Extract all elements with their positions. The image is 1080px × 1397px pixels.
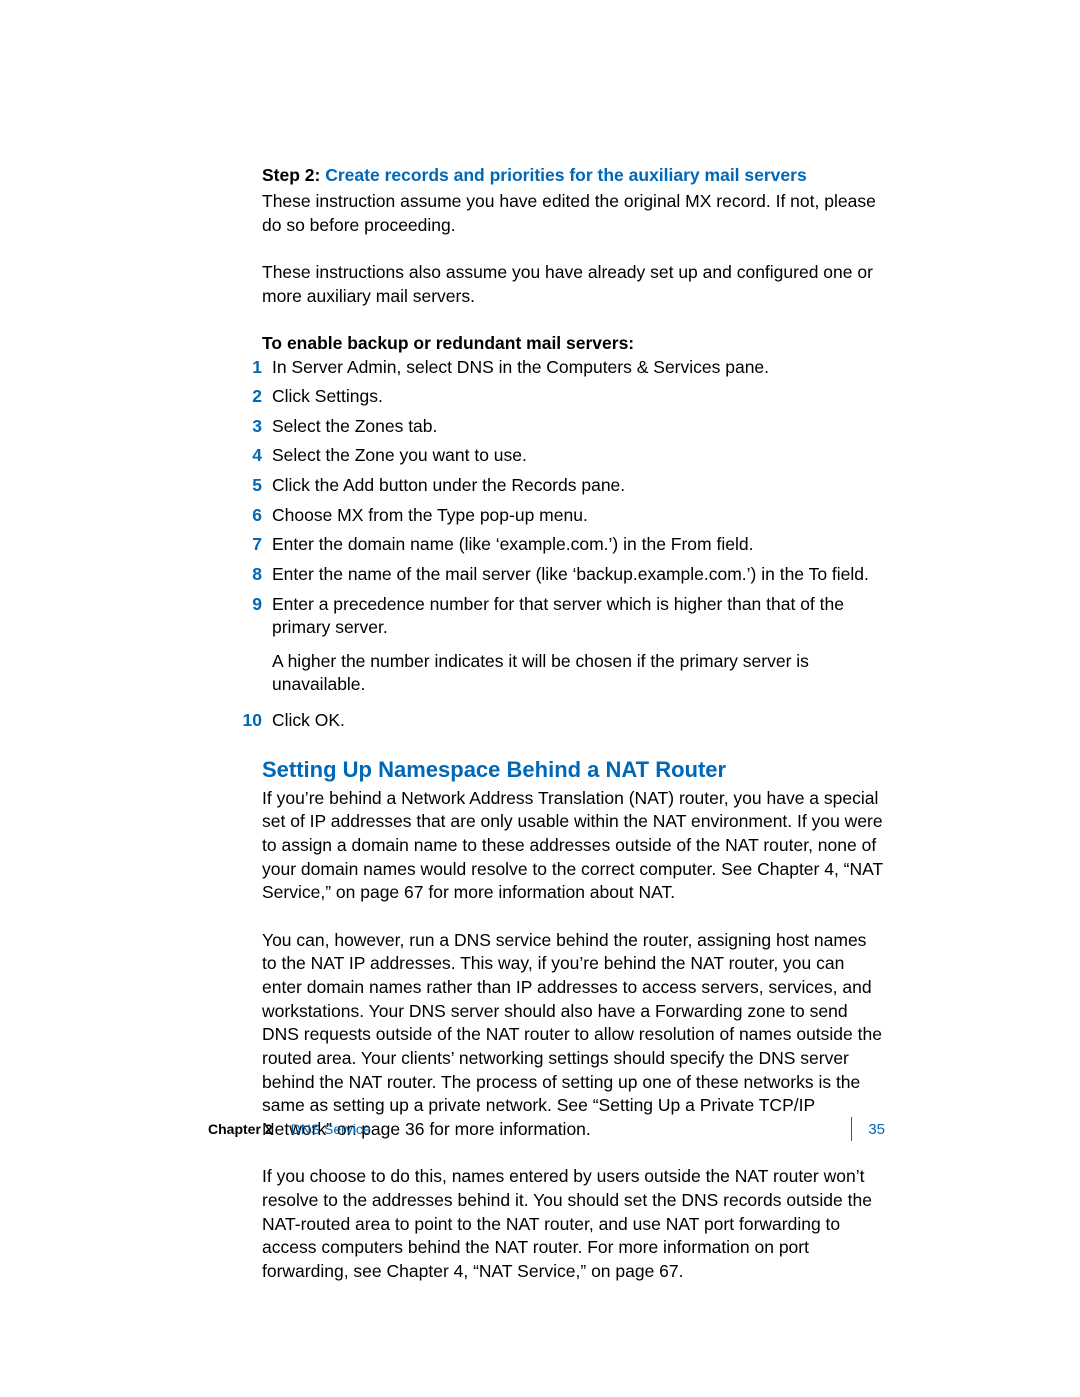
page-footer: Chapter 2 DNS Service 35: [208, 1117, 885, 1141]
list-number: 9: [234, 593, 272, 704]
list-text: Enter the domain name (like ‘example.com…: [272, 533, 885, 557]
list-item: 10 Click OK.: [262, 709, 885, 733]
list-text: Enter the name of the mail server (like …: [272, 563, 885, 587]
list-text: Enter a precedence number for that serve…: [272, 593, 885, 704]
footer-left: Chapter 2 DNS Service: [208, 1121, 371, 1137]
step9-note: A higher the number indicates it will be…: [272, 650, 885, 697]
list-number: 5: [234, 474, 272, 498]
list-text: Click OK.: [272, 709, 885, 733]
list-item: 9 Enter a precedence number for that ser…: [262, 593, 885, 704]
list-number: 2: [234, 385, 272, 409]
list-item: 8 Enter the name of the mail server (lik…: [262, 563, 885, 587]
list-number: 10: [234, 709, 272, 733]
procedure-list: 1 In Server Admin, select DNS in the Com…: [262, 356, 885, 733]
list-item: 4 Select the Zone you want to use.: [262, 444, 885, 468]
list-number: 4: [234, 444, 272, 468]
list-item: 6 Choose MX from the Type pop-up menu.: [262, 504, 885, 528]
list-item: 5 Click the Add button under the Records…: [262, 474, 885, 498]
footer-chapter: Chapter 2: [208, 1121, 273, 1137]
list-item: 1 In Server Admin, select DNS in the Com…: [262, 356, 885, 380]
list-text: In Server Admin, select DNS in the Compu…: [272, 356, 885, 380]
section-paragraph-1: If you’re behind a Network Address Trans…: [262, 787, 885, 905]
procedure-heading: To enable backup or redundant mail serve…: [262, 333, 885, 354]
list-text: Click the Add button under the Records p…: [272, 474, 885, 498]
list-number: 6: [234, 504, 272, 528]
list-number: 1: [234, 356, 272, 380]
step-heading: Step 2: Create records and priorities fo…: [262, 165, 885, 186]
section-paragraph-2: You can, however, run a DNS service behi…: [262, 929, 885, 1142]
list-text: Select the Zones tab.: [272, 415, 885, 439]
step9-text: Enter a precedence number for that serve…: [272, 594, 844, 638]
list-number: 3: [234, 415, 272, 439]
footer-service: DNS Service: [291, 1121, 371, 1137]
step-label: Step 2:: [262, 165, 320, 185]
section-paragraph-3: If you choose to do this, names entered …: [262, 1165, 885, 1283]
intro-paragraph-1: These instruction assume you have edited…: [262, 190, 885, 237]
intro-paragraph-2: These instructions also assume you have …: [262, 261, 885, 308]
footer-divider: [851, 1117, 852, 1141]
list-item: 2 Click Settings.: [262, 385, 885, 409]
section-title: Setting Up Namespace Behind a NAT Router: [262, 757, 885, 783]
list-item: 7 Enter the domain name (like ‘example.c…: [262, 533, 885, 557]
page-number: 35: [868, 1121, 885, 1138]
step-title: Create records and priorities for the au…: [325, 165, 806, 185]
list-text: Select the Zone you want to use.: [272, 444, 885, 468]
list-item: 3 Select the Zones tab.: [262, 415, 885, 439]
list-text: Choose MX from the Type pop-up menu.: [272, 504, 885, 528]
list-number: 7: [234, 533, 272, 557]
document-page: Step 2: Create records and priorities fo…: [0, 0, 1080, 1397]
list-text: Click Settings.: [272, 385, 885, 409]
list-number: 8: [234, 563, 272, 587]
